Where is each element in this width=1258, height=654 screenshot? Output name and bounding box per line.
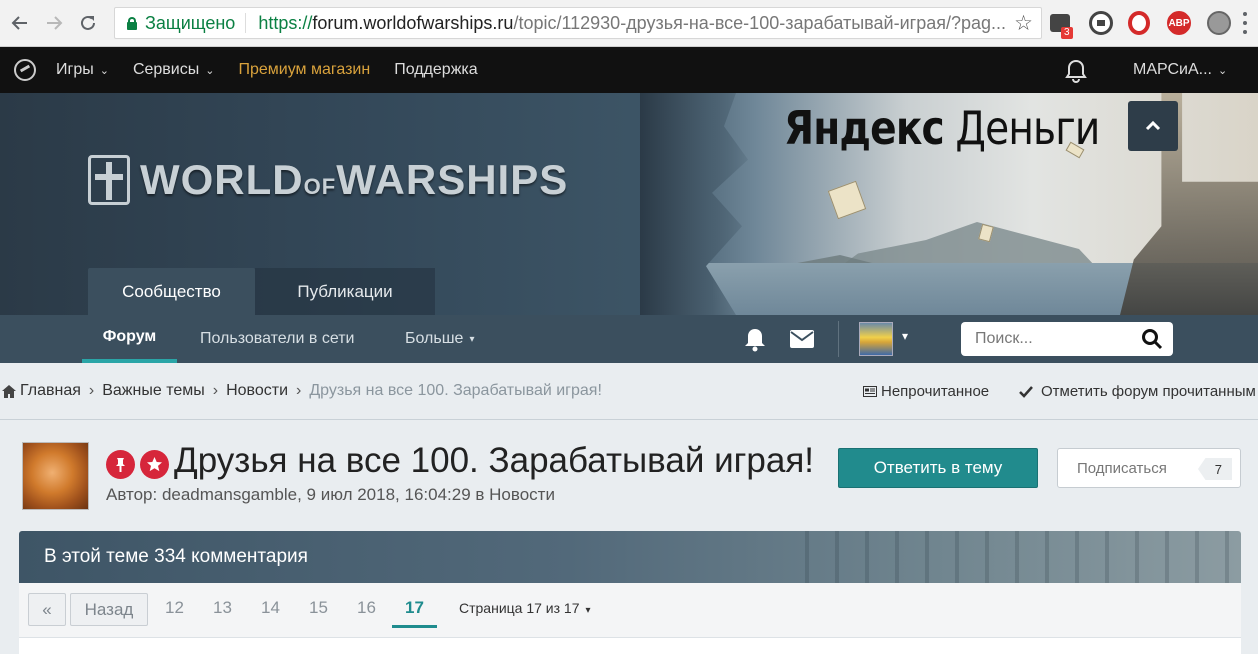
page-link-13[interactable]: 13 (200, 598, 245, 618)
page-link-14[interactable]: 14 (248, 598, 293, 618)
page-jump-dropdown[interactable]: Страница 17 из 17 ▾ (459, 600, 591, 616)
tab-community[interactable]: Сообщество (88, 268, 255, 315)
follow-button[interactable]: Подписаться 7 (1057, 448, 1241, 488)
subnav-more[interactable]: Больше ▾ (405, 315, 474, 363)
subnav-online-users[interactable]: Пользователи в сети (200, 315, 354, 363)
breadcrumb: Главная › Важные темы › Новости › Друзья на… (0, 363, 1258, 420)
browser-toolbar: Защищено https://forum.worldofwarships.r… (0, 0, 1258, 47)
page-link-16[interactable]: 16 (344, 598, 389, 618)
site-top-nav: Игры ⌄ Сервисы ⌄ Премиум магазин Поддержка… (0, 47, 1258, 93)
lock-icon (127, 16, 137, 30)
banknote-image (827, 180, 867, 220)
breadcrumb-important-topics[interactable]: › Важные темы (81, 382, 205, 400)
forum-banner: WORLDOFWARSHIPS Яндекс Деньги Сообщество… (0, 93, 1258, 315)
nav-services[interactable]: Сервисы ⌄ (133, 61, 215, 79)
chevron-down-icon: ⌄ (1218, 65, 1228, 77)
chevron-down-icon: ⌄ (99, 64, 109, 77)
user-avatar[interactable] (859, 322, 893, 356)
follower-count-badge: 7 (1198, 458, 1232, 480)
search-input[interactable]: Поиск... (961, 322, 1173, 356)
extension-badge: 3 (1061, 27, 1073, 39)
nav-premium-shop[interactable]: Премиум магазин (238, 61, 370, 79)
page-link-current[interactable]: 17 (392, 598, 437, 628)
post-area (19, 637, 1241, 654)
prev-page-button[interactable]: Назад (70, 593, 148, 626)
pagination: « Назад 12 13 14 15 16 17 Страница 17 из… (19, 583, 1241, 637)
page-title: Друзья на все 100. Зарабатывай играя! (174, 441, 815, 480)
secure-label: Защищено (145, 12, 236, 33)
chevron-down-icon: ⌄ (205, 64, 215, 77)
subnav-forum[interactable]: Форум (82, 315, 177, 363)
check-icon (1019, 385, 1033, 398)
reply-button[interactable]: Ответить в тему (838, 448, 1038, 488)
menu-icon[interactable] (1242, 12, 1248, 34)
nav-support[interactable]: Поддержка (394, 61, 477, 79)
forum-sub-nav: Форум Пользователи в сети Больше ▾ ▾ Поис… (0, 315, 1258, 363)
wargaming-logo-icon[interactable] (14, 59, 36, 81)
unread-link[interactable]: Непрочитанное (863, 363, 989, 420)
author-avatar[interactable] (22, 442, 89, 510)
comments-count-title: В этой теме 334 комментария (44, 546, 308, 567)
breadcrumb-separator-icon: › (296, 382, 302, 399)
opera-icon[interactable] (1128, 11, 1150, 35)
globe-extension-icon[interactable] (1207, 11, 1231, 35)
chevron-up-icon (1145, 120, 1161, 131)
page-link-12[interactable]: 12 (152, 598, 197, 618)
follow-label: Подписаться (1077, 459, 1167, 477)
home-icon (2, 384, 16, 398)
yandex-money-ad[interactable]: Яндекс Деньги (784, 101, 1100, 155)
notifications-bell-icon[interactable] (742, 328, 768, 352)
reload-icon[interactable] (74, 9, 102, 37)
newspaper-icon (863, 386, 877, 397)
user-menu[interactable]: МАРСиА... ⌄ (1133, 61, 1227, 79)
chevron-down-icon[interactable]: ▾ (902, 329, 908, 343)
search-icon[interactable] (1141, 328, 1163, 350)
back-icon[interactable] (6, 9, 34, 37)
breadcrumb-home[interactable]: Главная (0, 382, 81, 400)
adblock-icon[interactable]: ABP (1167, 11, 1191, 35)
adblock-label: ABP (1168, 17, 1190, 29)
tab-publications[interactable]: Публикации (255, 268, 435, 315)
pinned-icon (106, 450, 135, 479)
search-placeholder: Поиск... (975, 330, 1033, 347)
breadcrumb-separator-icon: › (88, 382, 95, 399)
mark-forum-read-link[interactable]: Отметить форум прочитанным (1019, 363, 1256, 420)
breadcrumb-separator-icon: › (212, 382, 219, 399)
notifications-bell-icon[interactable] (1063, 58, 1089, 84)
url-text: https://forum.worldofwarships.ru/topic/1… (258, 12, 1007, 33)
nav-games[interactable]: Игры ⌄ (56, 61, 109, 79)
comments-header: В этой теме 334 комментария (19, 531, 1241, 583)
extension-icon-media[interactable] (1089, 11, 1113, 35)
divider (838, 321, 839, 357)
forward-icon[interactable] (40, 9, 68, 37)
topic-meta: Автор: deadmansgamble, 9 июл 2018, 16:04… (106, 485, 555, 504)
anchor-emblem-icon (88, 155, 130, 205)
world-of-warships-logo[interactable]: WORLDOFWARSHIPS (88, 155, 568, 205)
star-icon[interactable]: ☆ (1014, 11, 1033, 36)
breadcrumb-current: › Друзья на все 100. Зарабатывай играя! (296, 382, 602, 399)
featured-star-icon (140, 450, 169, 479)
messages-envelope-icon[interactable] (789, 328, 815, 350)
address-bar[interactable]: Защищено https://forum.worldofwarships.r… (114, 7, 1042, 39)
chevron-down-icon: ▾ (469, 333, 475, 345)
first-page-button[interactable]: « (28, 593, 66, 626)
header-decoration (779, 531, 1239, 583)
scroll-top-button[interactable] (1128, 101, 1178, 151)
secure-indicator[interactable]: Защищено (115, 12, 247, 33)
page-link-15[interactable]: 15 (296, 598, 341, 618)
breadcrumb-news[interactable]: › Новости (205, 382, 288, 400)
chevron-down-icon: ▾ (585, 605, 591, 616)
